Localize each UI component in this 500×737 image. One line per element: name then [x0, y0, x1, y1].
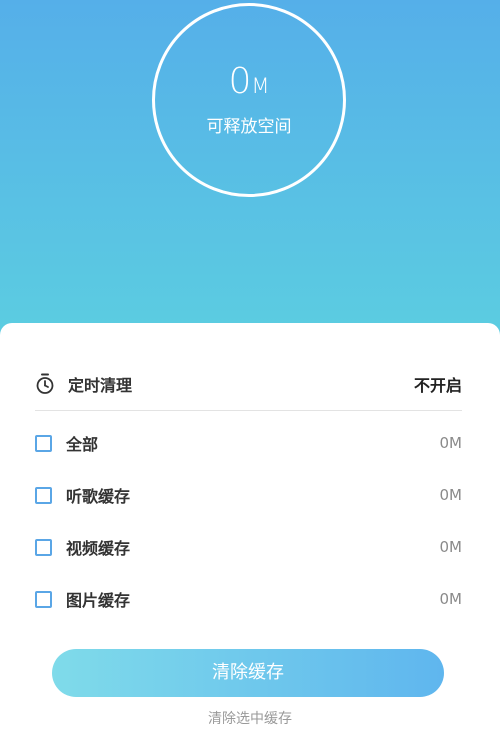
scheduled-clean-label: 定时清理: [68, 376, 133, 395]
cache-item-label: 视频缓存: [66, 539, 131, 558]
cache-item-label: 图片缓存: [66, 591, 131, 610]
cache-item-video[interactable]: 视频缓存 0M: [35, 534, 462, 560]
cache-item-image[interactable]: 图片缓存 0M: [35, 586, 462, 612]
scheduled-clean-row[interactable]: 定时清理 不开启: [35, 369, 462, 399]
releasable-size: 0M: [155, 62, 343, 106]
checkbox-video[interactable]: [35, 538, 52, 556]
cache-item-music[interactable]: 听歌缓存 0M: [35, 482, 462, 508]
stopwatch-icon: [35, 373, 55, 395]
releasable-space-label: 可释放空间: [206, 117, 292, 137]
releasable-size-number: 0: [228, 61, 252, 102]
storage-ring: 0M 可释放空间: [152, 3, 346, 197]
cache-item-size: 0M: [439, 538, 463, 556]
cache-item-all[interactable]: 全部 0M: [35, 430, 462, 456]
checkbox-image[interactable]: [35, 590, 52, 608]
divider: [35, 410, 462, 411]
cache-item-label: 听歌缓存: [66, 487, 131, 506]
checkbox-all[interactable]: [35, 434, 52, 452]
checkbox-music[interactable]: [35, 486, 52, 504]
cache-item-size: 0M: [439, 434, 463, 452]
header-banner: 0M 可释放空间: [0, 0, 500, 360]
cache-card: 定时清理 不开启 全部 0M 听歌缓存 0M 视频缓存 0M 图片缓存 0M 清…: [0, 323, 500, 737]
cache-item-label: 全部: [66, 435, 99, 454]
cache-item-size: 0M: [439, 486, 463, 504]
scheduled-clean-value[interactable]: 不开启: [414, 372, 462, 396]
releasable-size-unit: M: [251, 74, 270, 98]
clear-selected-link[interactable]: 清除选中缓存: [0, 708, 500, 728]
clear-cache-button[interactable]: 清除缓存: [52, 649, 444, 697]
cache-item-size: 0M: [439, 590, 463, 608]
